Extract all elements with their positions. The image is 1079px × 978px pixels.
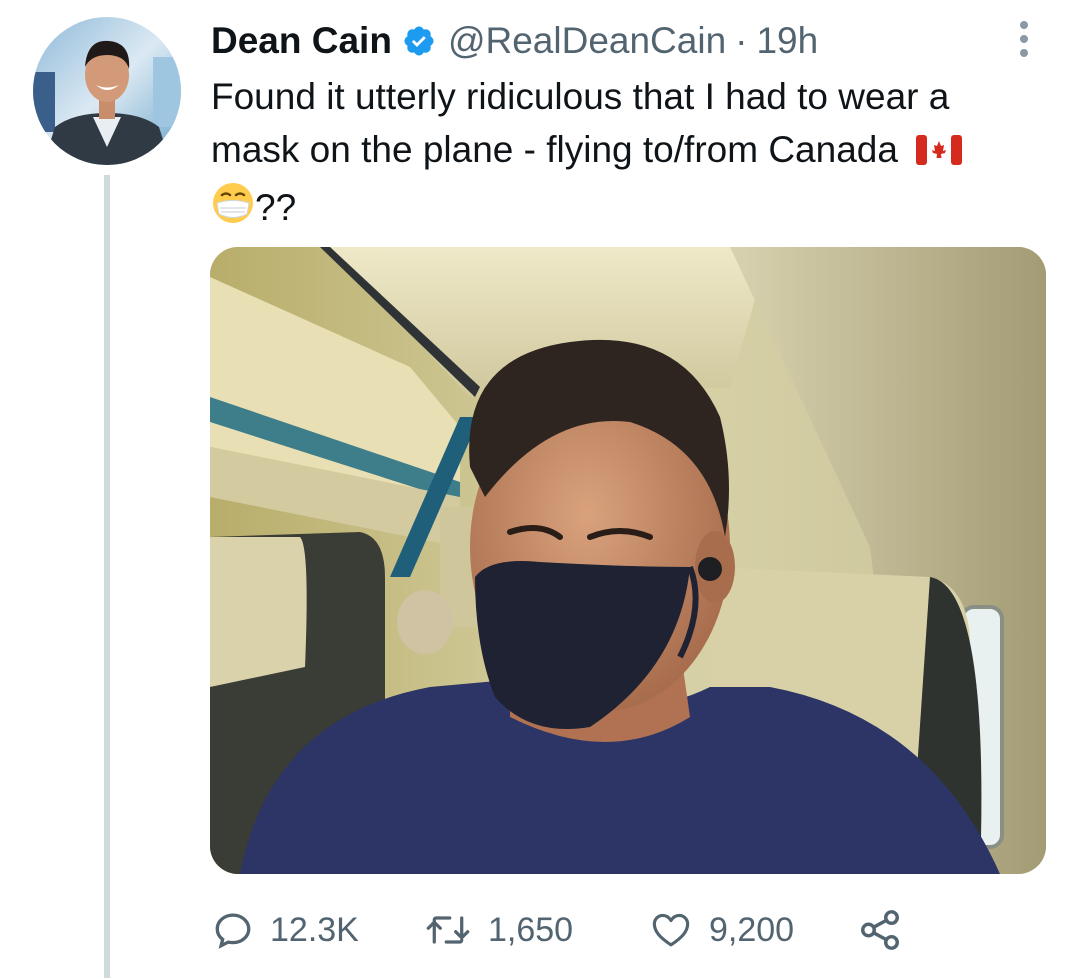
like-button[interactable]: 9,200 — [649, 905, 794, 955]
tweet-header: Dean Cain @RealDeanCain · 19h — [211, 16, 818, 66]
tweet-photo[interactable] — [210, 247, 1046, 874]
photo-icon — [210, 247, 1046, 874]
reply-count: 12.3K — [270, 910, 359, 949]
author-handle[interactable]: @RealDeanCain — [448, 16, 726, 66]
canada-flag-icon — [916, 128, 963, 181]
like-count: 9,200 — [709, 910, 795, 949]
face-with-medical-mask-icon — [211, 181, 255, 239]
heart-icon — [652, 913, 690, 947]
share-icon — [861, 910, 899, 950]
display-name[interactable]: Dean Cain — [211, 16, 392, 66]
tweet-text: Found it utterly ridiculous that I had t… — [211, 70, 1041, 239]
separator-dot: · — [735, 20, 748, 61]
avatar-image — [33, 17, 181, 165]
tweet-time[interactable]: 19h — [756, 16, 818, 66]
tweet-text-segment: ?? — [255, 187, 297, 228]
retweet-button[interactable]: 1,650 — [424, 905, 573, 955]
tweet-text-line: ?? — [211, 181, 1041, 239]
retweet-icon — [426, 916, 470, 944]
avatar[interactable] — [33, 17, 181, 165]
tweet-actions: 12.3K 1,650 9,200 — [212, 905, 952, 955]
tweet-text-line: Found it utterly ridiculous that I had t… — [211, 76, 950, 117]
share-button[interactable] — [857, 905, 903, 955]
retweet-count: 1,650 — [488, 910, 574, 949]
tweet-text-segment: mask on the plane - flying to/from Canad… — [211, 129, 898, 170]
verified-badge-icon — [402, 24, 436, 58]
more-options-icon[interactable] — [1002, 17, 1046, 61]
tweet-text-line: mask on the plane - flying to/from Canad… — [211, 123, 1041, 181]
reply-button[interactable]: 12.3K — [212, 905, 359, 955]
reply-icon — [215, 913, 251, 949]
thread-line — [104, 175, 110, 978]
